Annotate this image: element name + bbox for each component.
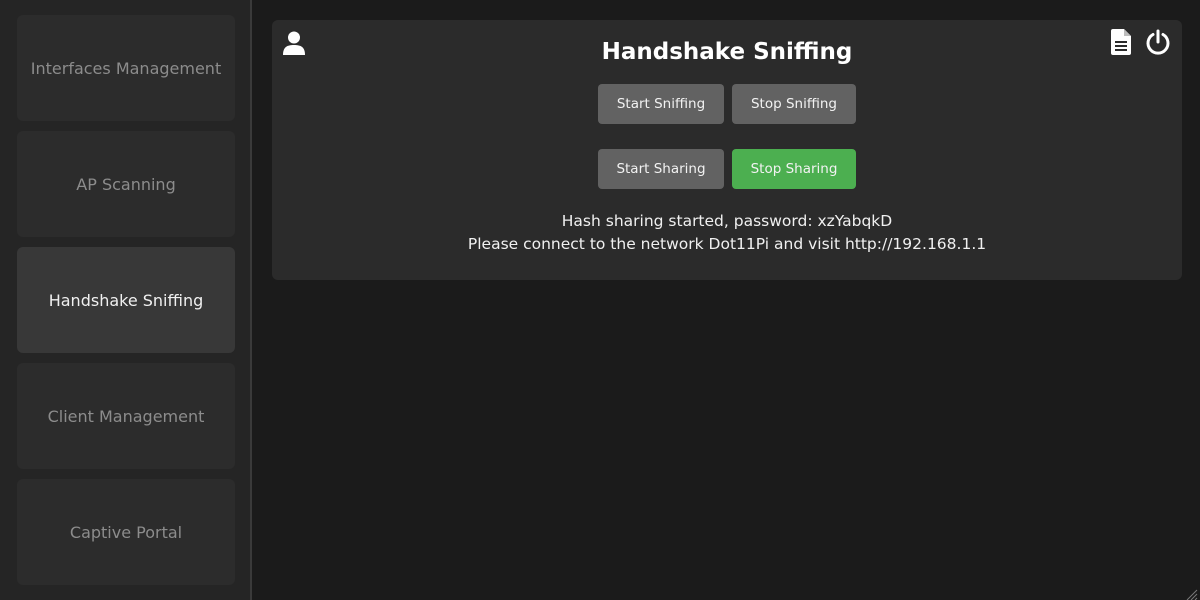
sidebar-item-label: Captive Portal <box>69 522 183 542</box>
start-sharing-button[interactable]: Start Sharing <box>598 149 724 189</box>
resize-grip-icon[interactable] <box>1186 586 1198 600</box>
status-message-password: Hash sharing started, password: xzYabqkD <box>561 212 893 230</box>
power-icon-graphic <box>1146 29 1170 55</box>
stop-sharing-button[interactable]: Stop Sharing <box>732 149 856 189</box>
power-icon[interactable] <box>1144 28 1172 56</box>
sidebar-item-client-management[interactable]: Client Management <box>17 363 235 469</box>
sidebar-divider[interactable] <box>250 0 252 600</box>
document-icon[interactable] <box>1109 28 1133 56</box>
sidebar-item-captive-portal[interactable]: Captive Portal <box>17 479 235 585</box>
sidebar-item-label: Client Management <box>47 406 205 426</box>
main-panel: Handshake Sniffing Start Sniffing Stop S… <box>272 20 1182 280</box>
app-window: Interfaces Management AP Scanning Handsh… <box>0 0 1200 600</box>
sidebar-item-handshake-sniffing[interactable]: Handshake Sniffing <box>17 247 235 353</box>
status-message-network: Please connect to the network Dot11Pi an… <box>467 235 987 253</box>
sidebar: Interfaces Management AP Scanning Handsh… <box>0 0 250 600</box>
stop-sniffing-button[interactable]: Stop Sniffing <box>732 84 856 124</box>
resize-grip-graphic <box>1186 589 1198 600</box>
sidebar-item-label: Interfaces Management <box>30 58 222 78</box>
sidebar-item-label: AP Scanning <box>76 174 176 194</box>
start-sniffing-button[interactable]: Start Sniffing <box>598 84 724 124</box>
sidebar-item-interfaces-management[interactable]: Interfaces Management <box>17 15 235 121</box>
sidebar-item-ap-scanning[interactable]: AP Scanning <box>17 131 235 237</box>
page-title: Handshake Sniffing <box>601 39 853 65</box>
document-icon-graphic <box>1111 29 1131 55</box>
sidebar-item-label: Handshake Sniffing <box>48 290 204 310</box>
